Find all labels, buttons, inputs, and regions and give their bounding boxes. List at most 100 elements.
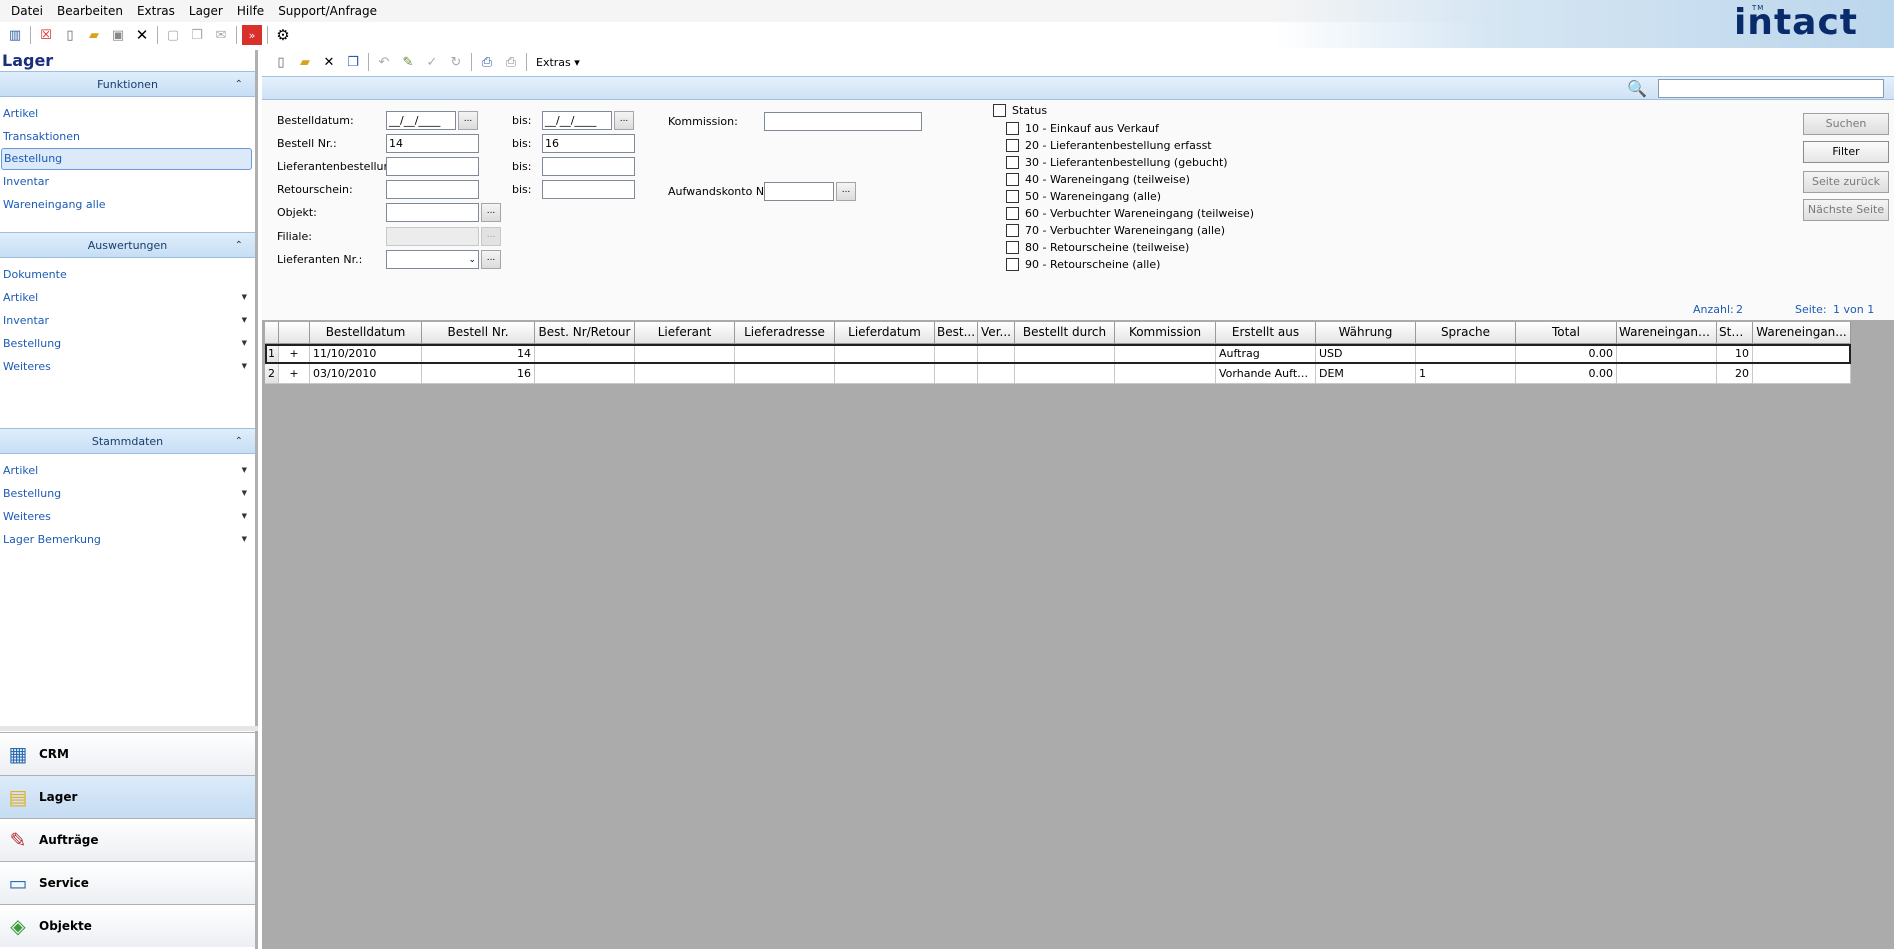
header-waehrung[interactable]: Währung	[1316, 322, 1416, 344]
dropdown-arrow-icon[interactable]: ▼	[242, 332, 247, 355]
extras-menu-button[interactable]: Extras ▾	[536, 56, 580, 69]
nav-item-dokumente[interactable]: Dokumente	[0, 263, 255, 286]
table-row[interactable]: 1 + 11/10/2010 14 Auftrag USD 0.00 10	[265, 344, 1851, 364]
expand-row-button[interactable]: +	[279, 364, 310, 384]
dropdown-arrow-icon[interactable]: ▼	[242, 505, 247, 528]
cell-status[interactable]: 20	[1717, 364, 1753, 384]
status-30-checkbox[interactable]	[1006, 156, 1019, 169]
header-bestellnr[interactable]: Bestell Nr.	[422, 322, 535, 344]
lieferanten-nr-picker[interactable]: ...	[481, 250, 501, 269]
settings-gear-icon[interactable]: ⚙	[273, 25, 293, 45]
nav-item-artikel[interactable]: Artikel ▼	[0, 459, 255, 482]
header-kommission[interactable]: Kommission	[1115, 322, 1216, 344]
cell-bestellnr[interactable]: 16	[422, 364, 535, 384]
chart-icon[interactable]: ▥	[5, 25, 25, 45]
open-folder-icon[interactable]: ▰	[84, 25, 104, 45]
bestelldatum-to-picker[interactable]: ...	[614, 111, 634, 130]
save-icon[interactable]: ▣	[108, 25, 128, 45]
dropdown-arrow-icon[interactable]: ▼	[242, 528, 247, 551]
print-icon[interactable]: ⎙	[477, 52, 497, 72]
close-window-icon[interactable]: ☒	[36, 25, 56, 45]
header-ver[interactable]: Ver...	[978, 322, 1015, 344]
cell-bestelldatum[interactable]: 11/10/2010	[310, 344, 422, 364]
status-checkbox[interactable]	[993, 104, 1006, 117]
menu-datei[interactable]: Datei	[4, 4, 50, 18]
cell-erstellt-aus[interactable]: Auftrag	[1216, 344, 1316, 364]
cell-bestelldatum[interactable]: 03/10/2010	[310, 364, 422, 384]
status-90-checkbox[interactable]	[1006, 258, 1019, 271]
cell-best[interactable]	[935, 344, 978, 364]
nav-item-bestellung[interactable]: Bestellung ▼	[0, 332, 255, 355]
lieferantenbestellung-from-input[interactable]	[386, 157, 479, 176]
cell-waehrung[interactable]: DEM	[1316, 364, 1416, 384]
nav-item-lager-bemerkung[interactable]: Lager Bemerkung ▼	[0, 528, 255, 551]
cell-wareneingangs[interactable]	[1617, 364, 1717, 384]
search-magnifier-icon[interactable]: 🔍	[1627, 79, 1647, 98]
nav-button-crm[interactable]: ▦ CRM	[0, 732, 255, 775]
mail-icon[interactable]: ✉	[211, 25, 231, 45]
bestellnr-from-input[interactable]: 14	[386, 134, 479, 153]
nav-item-wareneingang-alle[interactable]: Wareneingang alle	[0, 193, 255, 216]
section-header-stammdaten[interactable]: Stammdaten ⌃	[0, 428, 255, 454]
new-icon[interactable]: ▯	[271, 52, 291, 72]
aufwandskonto-picker[interactable]: ...	[836, 182, 856, 201]
status-20-checkbox[interactable]	[1006, 139, 1019, 152]
status-80-checkbox[interactable]	[1006, 241, 1019, 254]
cell-kommission[interactable]	[1115, 344, 1216, 364]
header-wareneingang[interactable]: Wareneingan...	[1753, 322, 1851, 344]
delete-icon[interactable]: ✕	[132, 25, 152, 45]
dropdown-arrow-icon[interactable]: ▼	[242, 459, 247, 482]
delete-icon[interactable]: ✕	[319, 52, 339, 72]
collapse-icon[interactable]: ⌃	[235, 436, 243, 447]
cell-ver[interactable]	[978, 344, 1015, 364]
quick-search-input[interactable]	[1658, 79, 1884, 98]
header-wareneingangs[interactable]: Wareneingangs...	[1617, 322, 1717, 344]
undo-icon[interactable]: ↶	[374, 52, 394, 72]
kommission-input[interactable]	[764, 112, 922, 131]
header-best-nr-retour[interactable]: Best. Nr/Retour	[535, 322, 635, 344]
header-total[interactable]: Total	[1516, 322, 1617, 344]
cell-best-nr-retour[interactable]	[535, 364, 635, 384]
header-bestelldatum[interactable]: Bestelldatum	[310, 322, 422, 344]
cell-lieferant[interactable]	[635, 364, 735, 384]
cell-bestellt-durch[interactable]	[1015, 344, 1115, 364]
nav-item-bestellung[interactable]: Bestellung ▼	[0, 482, 255, 505]
collapse-icon[interactable]: ⌃	[235, 79, 243, 90]
status-70-checkbox[interactable]	[1006, 224, 1019, 237]
menu-bearbeiten[interactable]: Bearbeiten	[50, 4, 130, 18]
check-edit-icon[interactable]: ✓	[422, 52, 442, 72]
aufwandskonto-input[interactable]	[764, 182, 834, 201]
cell-wareneingangs[interactable]	[1617, 344, 1717, 364]
header-erstellt-aus[interactable]: Erstellt aus	[1216, 322, 1316, 344]
dropdown-arrow-icon[interactable]: ▼	[242, 286, 247, 309]
nav-item-inventar[interactable]: Inventar	[0, 170, 255, 193]
cell-ver[interactable]	[978, 364, 1015, 384]
header-lieferadresse[interactable]: Lieferadresse	[735, 322, 835, 344]
print-preview-icon[interactable]: ▢	[163, 25, 183, 45]
exit-icon[interactable]: »	[242, 25, 262, 45]
bestelldatum-to-input[interactable]: __/__/____	[542, 111, 612, 130]
status-40-checkbox[interactable]	[1006, 173, 1019, 186]
retourschein-to-input[interactable]	[542, 180, 635, 199]
cell-status[interactable]: 10	[1717, 344, 1753, 364]
cell-kommission[interactable]	[1115, 364, 1216, 384]
section-header-funktionen[interactable]: Funktionen ⌃	[0, 71, 255, 97]
objekt-input[interactable]	[386, 203, 479, 222]
cell-waehrung[interactable]: USD	[1316, 344, 1416, 364]
header-status[interactable]: Sta...	[1717, 322, 1753, 344]
bestellnr-to-input[interactable]: 16	[542, 134, 635, 153]
cell-sprache[interactable]	[1416, 344, 1516, 364]
cell-lieferadresse[interactable]	[735, 344, 835, 364]
print-preview-icon[interactable]: ⎙	[501, 52, 521, 72]
section-header-auswertungen[interactable]: Auswertungen ⌃	[0, 232, 255, 258]
filter-button[interactable]: Filter	[1803, 141, 1889, 163]
nav-button-objekte[interactable]: ◈ Objekte	[0, 904, 255, 947]
copy-icon[interactable]: ❐	[187, 25, 207, 45]
expand-row-button[interactable]: +	[279, 344, 310, 364]
collapse-icon[interactable]: ⌃	[235, 240, 243, 251]
header-best[interactable]: Best...	[935, 322, 978, 344]
nav-item-weiteres[interactable]: Weiteres ▼	[0, 355, 255, 378]
nav-item-inventar[interactable]: Inventar ▼	[0, 309, 255, 332]
menu-lager[interactable]: Lager	[182, 4, 230, 18]
pane-splitter[interactable]	[0, 726, 258, 731]
